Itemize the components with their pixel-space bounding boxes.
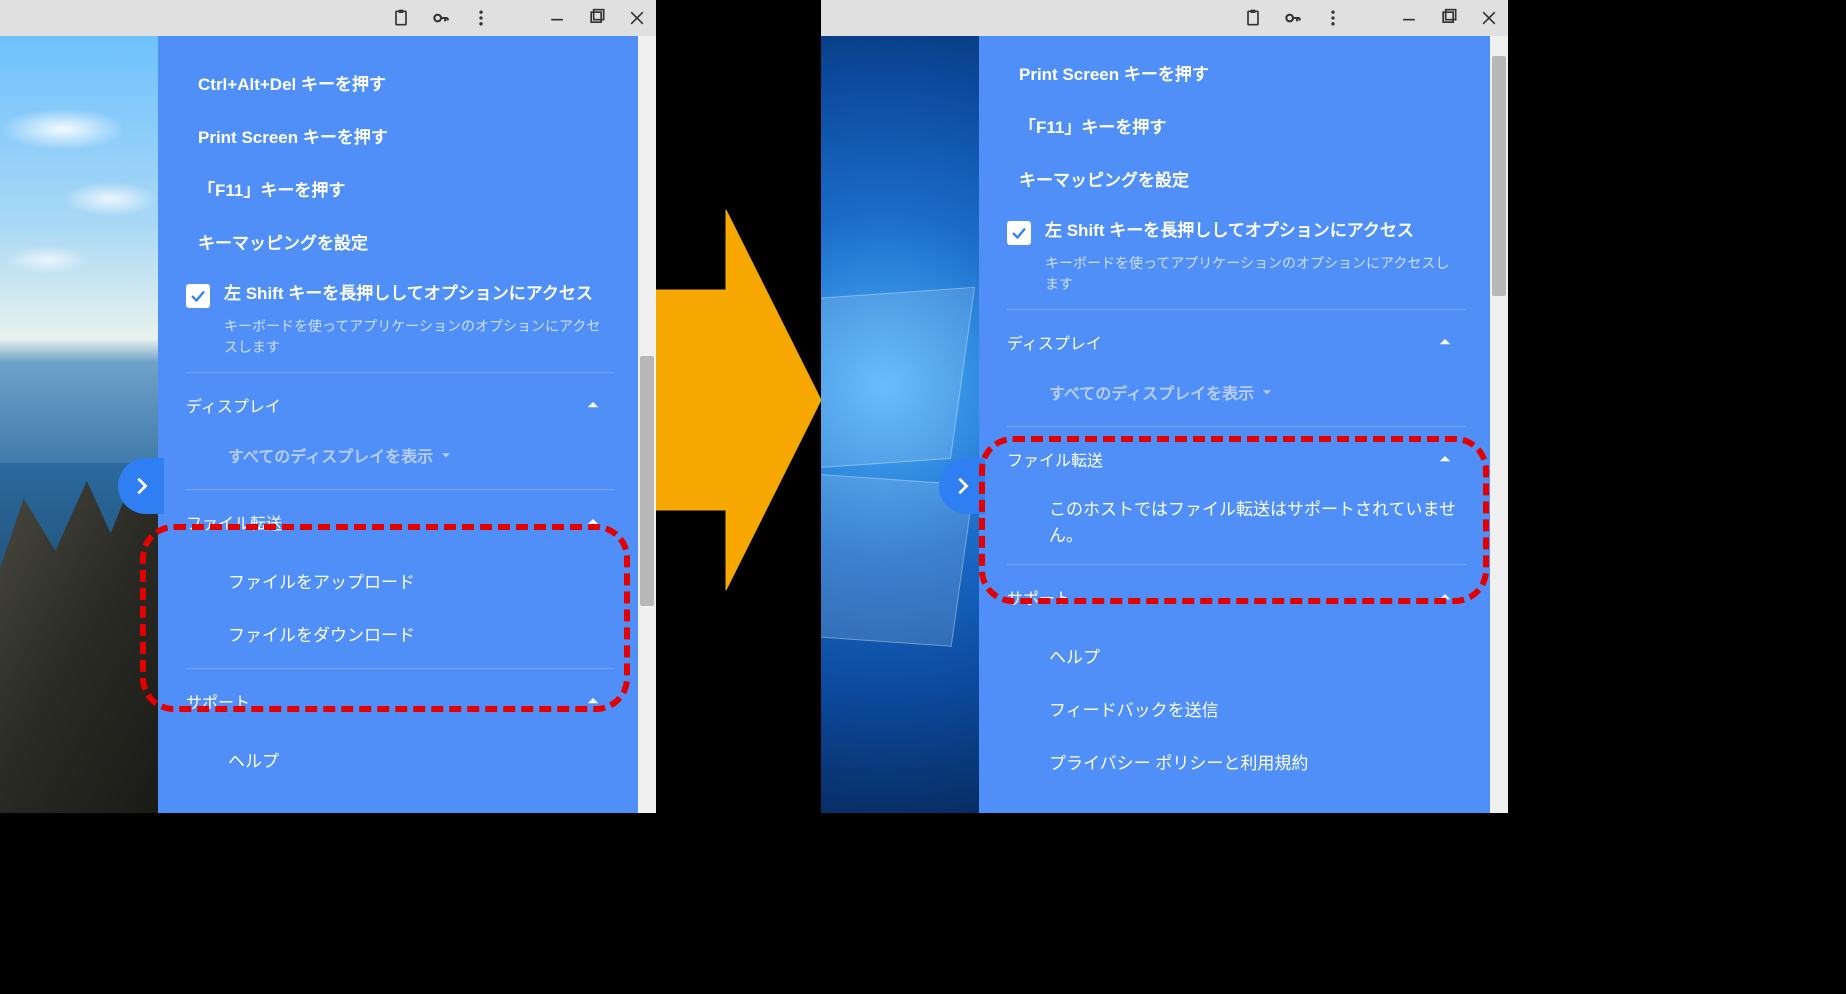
clipboard-icon[interactable] [1242, 7, 1264, 29]
display-section-header[interactable]: ディスプレイ [1007, 309, 1466, 374]
file-upload-item[interactable]: ファイルをアップロード [186, 554, 614, 607]
more-vert-icon[interactable] [470, 7, 492, 29]
shift-option-checkbox[interactable] [1007, 221, 1031, 245]
minimize-icon[interactable] [1398, 7, 1420, 29]
clipboard-icon[interactable] [390, 7, 412, 29]
file-transfer-section-header[interactable]: ファイル転送 [186, 489, 614, 554]
chevron-up-icon [584, 396, 602, 414]
help-item[interactable]: ヘルプ [186, 733, 614, 772]
options-panel: Ctrl+Alt+Del キーを押す Print Screen キーを押す 「F… [158, 36, 638, 813]
f11-item[interactable]: 「F11」キーを押す [1007, 99, 1466, 152]
file-transfer-header-label: ファイル転送 [1007, 447, 1103, 471]
left-window: Ctrl+Alt+Del キーを押す Print Screen キーを押す 「F… [0, 0, 656, 813]
right-window: Print Screen キーを押す 「F11」キーを押す キーマッピングを設定… [821, 0, 1508, 813]
feedback-item[interactable]: フィードバックを送信 [1007, 682, 1466, 735]
dropdown-icon [439, 448, 453, 462]
desktop-background-right [821, 36, 979, 813]
chevron-up-icon [584, 692, 602, 710]
shift-option-row[interactable]: 左 Shift キーを長押ししてオプションにアクセス [186, 268, 614, 314]
file-download-item[interactable]: ファイルをダウンロード [186, 607, 614, 660]
scrollbar-thumb[interactable] [1492, 56, 1506, 296]
maximize-icon[interactable] [586, 7, 608, 29]
close-icon[interactable] [1478, 7, 1500, 29]
key-icon[interactable] [430, 7, 452, 29]
display-header-label: ディスプレイ [186, 393, 281, 417]
shift-option-desc: キーボードを使ってアプリケーションのオプションにアクセスします [186, 314, 614, 372]
file-transfer-unsupported-text: このホストではファイル転送はサポートされていません。 [1007, 491, 1466, 564]
shift-option-row[interactable]: 左 Shift キーを長押ししてオプションにアクセス [1007, 205, 1466, 251]
key-mapping-item[interactable]: キーマッピングを設定 [186, 215, 614, 268]
maximize-icon[interactable] [1438, 7, 1460, 29]
support-section-header[interactable]: サポート [1007, 564, 1466, 629]
show-all-displays-item[interactable]: すべてのディスプレイを表示 [1007, 374, 1466, 426]
support-header-label: サポート [1007, 585, 1071, 609]
display-section-header[interactable]: ディスプレイ [186, 372, 614, 437]
options-panel: Print Screen キーを押す 「F11」キーを押す キーマッピングを設定… [979, 36, 1490, 813]
file-transfer-header-label: ファイル転送 [186, 510, 282, 534]
scrollbar[interactable] [638, 36, 656, 813]
titlebar [821, 0, 1508, 36]
file-transfer-section-header[interactable]: ファイル転送 [1007, 426, 1466, 491]
key-icon[interactable] [1282, 7, 1304, 29]
support-header-label: サポート [186, 689, 250, 713]
support-section-header[interactable]: サポート [186, 668, 614, 733]
dropdown-icon [1260, 385, 1274, 399]
chevron-up-icon [1436, 333, 1454, 351]
chevron-up-icon [584, 513, 602, 531]
print-screen-item[interactable]: Print Screen キーを押す [1007, 56, 1466, 99]
chevron-up-icon [1436, 588, 1454, 606]
scrollbar[interactable] [1490, 36, 1508, 813]
close-icon[interactable] [626, 7, 648, 29]
print-screen-item[interactable]: Print Screen キーを押す [186, 109, 614, 162]
show-all-displays-item[interactable]: すべてのディスプレイを表示 [186, 437, 614, 489]
chevron-up-icon [1436, 450, 1454, 468]
privacy-item[interactable]: プライバシー ポリシーと利用規約 [1007, 735, 1466, 788]
display-header-label: ディスプレイ [1007, 330, 1102, 354]
help-item[interactable]: ヘルプ [1007, 629, 1466, 682]
scrollbar-thumb[interactable] [640, 356, 654, 606]
shift-option-checkbox[interactable] [186, 284, 210, 308]
minimize-icon[interactable] [546, 7, 568, 29]
ctrl-alt-del-item[interactable]: Ctrl+Alt+Del キーを押す [186, 56, 614, 109]
arrow-annotation [656, 180, 821, 620]
shift-option-label: 左 Shift キーを長押ししてオプションにアクセス [1045, 219, 1414, 244]
shift-option-label: 左 Shift キーを長押ししてオプションにアクセス [224, 282, 593, 307]
more-vert-icon[interactable] [1322, 7, 1344, 29]
shift-option-desc: キーボードを使ってアプリケーションのオプションにアクセスします [1007, 251, 1466, 309]
desktop-background-left [0, 36, 158, 813]
titlebar [0, 0, 656, 36]
key-mapping-item[interactable]: キーマッピングを設定 [1007, 152, 1466, 205]
f11-item[interactable]: 「F11」キーを押す [186, 162, 614, 215]
